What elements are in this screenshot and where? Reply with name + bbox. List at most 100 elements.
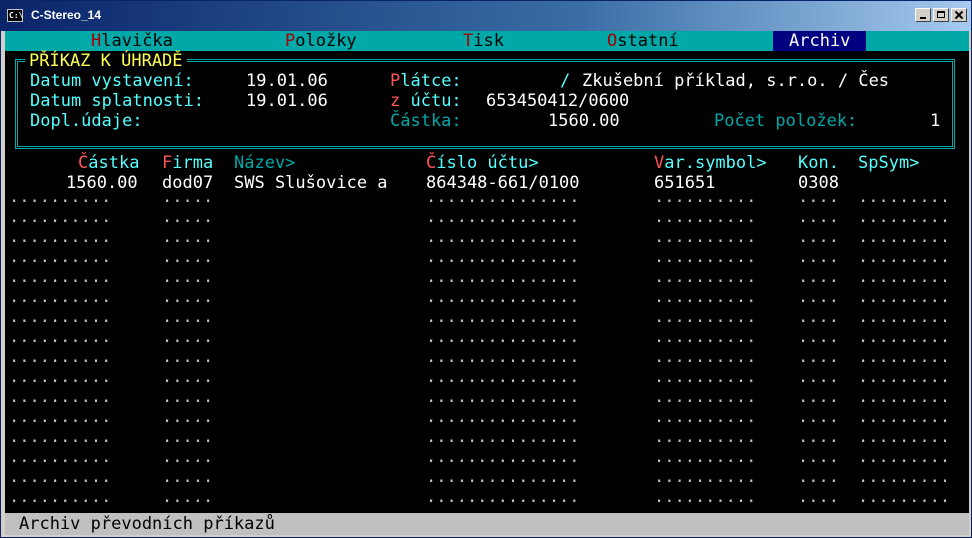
empty-cell[interactable]: ...............: [426, 247, 580, 267]
empty-cell[interactable]: .....: [162, 207, 213, 227]
empty-cell[interactable]: .........: [858, 367, 950, 387]
menu-item-archiv[interactable]: Archiv: [773, 31, 867, 51]
empty-cell[interactable]: ...............: [426, 267, 580, 287]
empty-cell[interactable]: ...............: [426, 407, 580, 427]
empty-cell[interactable]: ....: [798, 207, 839, 227]
empty-cell[interactable]: ..........: [654, 327, 756, 347]
menu-item-polozky[interactable]: Položky: [285, 31, 357, 51]
empty-cell[interactable]: ..........: [654, 367, 756, 387]
empty-cell[interactable]: .........: [858, 487, 950, 507]
empty-cell[interactable]: ...............: [426, 467, 580, 487]
platce-field[interactable]: Zkušební příklad, s.r.o. / Čes: [582, 71, 889, 91]
empty-cell[interactable]: ....: [798, 447, 839, 467]
empty-cell[interactable]: ..........: [654, 387, 756, 407]
empty-cell[interactable]: ..........: [9, 407, 111, 427]
empty-cell[interactable]: .........: [858, 207, 950, 227]
empty-cell[interactable]: ...............: [426, 487, 580, 507]
empty-cell[interactable]: .........: [858, 307, 950, 327]
empty-cell[interactable]: .....: [162, 467, 213, 487]
empty-cell[interactable]: ...............: [426, 427, 580, 447]
empty-cell[interactable]: ...............: [426, 227, 580, 247]
empty-cell[interactable]: ...............: [426, 367, 580, 387]
empty-cell[interactable]: ...............: [426, 447, 580, 467]
col-header-cislo-uctu[interactable]: Číslo účtu>: [426, 153, 539, 173]
empty-cell[interactable]: ....: [798, 487, 839, 507]
empty-cell[interactable]: .........: [858, 447, 950, 467]
empty-cell[interactable]: .........: [858, 327, 950, 347]
empty-cell[interactable]: ...............: [426, 347, 580, 367]
empty-cell[interactable]: .....: [162, 187, 213, 207]
empty-cell[interactable]: .....: [162, 387, 213, 407]
empty-cell[interactable]: .....: [162, 327, 213, 347]
empty-cell[interactable]: ..........: [9, 227, 111, 247]
menu-item-tisk[interactable]: Tisk: [463, 31, 504, 51]
empty-cell[interactable]: ...............: [426, 327, 580, 347]
menu-item-hlavicka[interactable]: Hlavička: [91, 31, 173, 51]
empty-cell[interactable]: .....: [162, 247, 213, 267]
empty-cell[interactable]: ..........: [654, 267, 756, 287]
empty-cell[interactable]: ....: [798, 367, 839, 387]
empty-cell[interactable]: ....: [798, 407, 839, 427]
empty-cell[interactable]: ..........: [654, 187, 756, 207]
empty-cell[interactable]: ...............: [426, 307, 580, 327]
empty-cell[interactable]: ....: [798, 387, 839, 407]
empty-cell[interactable]: ....: [798, 467, 839, 487]
empty-cell[interactable]: .........: [858, 427, 950, 447]
col-header-var-symbol[interactable]: Var.symbol>: [654, 153, 767, 173]
empty-cell[interactable]: ..........: [654, 487, 756, 507]
empty-cell[interactable]: ..........: [654, 207, 756, 227]
empty-cell[interactable]: .........: [858, 287, 950, 307]
minimize-button[interactable]: [915, 8, 931, 22]
console-icon[interactable]: C:\: [7, 9, 23, 22]
empty-cell[interactable]: .....: [162, 307, 213, 327]
empty-cell[interactable]: ..........: [654, 247, 756, 267]
empty-cell[interactable]: ..........: [9, 487, 111, 507]
empty-cell[interactable]: ..........: [9, 307, 111, 327]
datum-vystaveni-field[interactable]: 19.01.06: [246, 71, 328, 91]
empty-cell[interactable]: .....: [162, 407, 213, 427]
empty-cell[interactable]: ....: [798, 267, 839, 287]
menu-item-ostatni[interactable]: Ostatní: [607, 31, 679, 51]
empty-cell[interactable]: .........: [858, 387, 950, 407]
empty-cell[interactable]: ..........: [654, 447, 756, 467]
col-header-nazev[interactable]: Název>: [234, 153, 295, 173]
col-header-castka[interactable]: Částka: [78, 153, 139, 173]
empty-cell[interactable]: .........: [858, 467, 950, 487]
empty-cell[interactable]: ..........: [9, 287, 111, 307]
empty-cell[interactable]: .........: [858, 247, 950, 267]
empty-cell[interactable]: ..........: [654, 467, 756, 487]
maximize-button[interactable]: [933, 8, 949, 22]
empty-cell[interactable]: ..........: [654, 347, 756, 367]
empty-cell[interactable]: .....: [162, 287, 213, 307]
empty-cell[interactable]: ..........: [9, 267, 111, 287]
empty-cell[interactable]: .....: [162, 227, 213, 247]
empty-cell[interactable]: ..........: [9, 347, 111, 367]
empty-cell[interactable]: ..........: [654, 227, 756, 247]
z-uctu-field[interactable]: 653450412/0600: [486, 91, 629, 111]
empty-cell[interactable]: ....: [798, 187, 839, 207]
empty-cell[interactable]: .....: [162, 447, 213, 467]
empty-cell[interactable]: ..........: [9, 327, 111, 347]
empty-cell[interactable]: .....: [162, 427, 213, 447]
empty-cell[interactable]: ..........: [654, 307, 756, 327]
empty-cell[interactable]: ....: [798, 227, 839, 247]
empty-cell[interactable]: .....: [162, 267, 213, 287]
close-button[interactable]: [951, 8, 967, 22]
empty-cell[interactable]: ....: [798, 327, 839, 347]
empty-cell[interactable]: ..........: [9, 247, 111, 267]
empty-cell[interactable]: ..........: [9, 207, 111, 227]
empty-cell[interactable]: ....: [798, 247, 839, 267]
col-header-spsym[interactable]: SpSym>: [858, 153, 919, 173]
empty-cell[interactable]: .........: [858, 407, 950, 427]
empty-cell[interactable]: .........: [858, 187, 950, 207]
empty-cell[interactable]: ..........: [654, 407, 756, 427]
empty-cell[interactable]: ....: [798, 347, 839, 367]
empty-cell[interactable]: ..........: [9, 387, 111, 407]
empty-cell[interactable]: ..........: [9, 447, 111, 467]
empty-cell[interactable]: ..........: [654, 427, 756, 447]
title-bar[interactable]: C:\ C-Stereo_14: [1, 1, 971, 31]
empty-cell[interactable]: .........: [858, 267, 950, 287]
empty-cell[interactable]: .....: [162, 487, 213, 507]
datum-splatnosti-field[interactable]: 19.01.06: [246, 91, 328, 111]
empty-cell[interactable]: ..........: [654, 287, 756, 307]
